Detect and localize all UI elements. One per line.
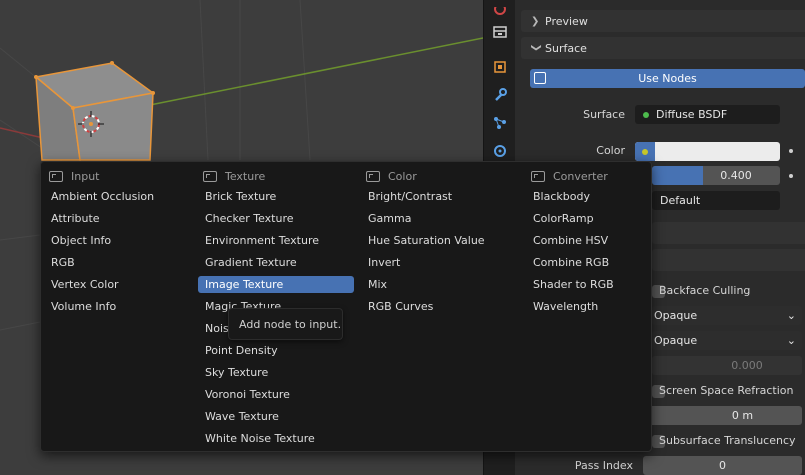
particles-tab[interactable]	[488, 111, 512, 135]
preview-panel-header[interactable]: ❯ Preview	[521, 10, 805, 32]
color-row-label: Color	[596, 144, 625, 157]
pass-index-label: Pass Index	[574, 459, 633, 472]
pass-index-field[interactable]: 0	[643, 456, 802, 475]
object-tab[interactable]	[488, 55, 512, 79]
modifier-tab[interactable]	[488, 83, 512, 107]
chevron-down-icon: ⌄	[786, 334, 796, 347]
menu-item[interactable]: Ambient Occlusion	[44, 188, 200, 205]
node-icon	[534, 72, 546, 84]
menu-item[interactable]: Bright/Contrast	[361, 188, 517, 205]
menu-item[interactable]: Gradient Texture	[198, 254, 354, 271]
menu-item[interactable]: Environment Texture	[198, 232, 354, 249]
menu-submenu-icon	[366, 170, 380, 182]
menu-item[interactable]: Volume Info	[44, 298, 200, 315]
menu-item[interactable]: Blackbody	[526, 188, 682, 205]
menu-item[interactable]: Vertex Color	[44, 276, 200, 293]
output-tab[interactable]	[488, 20, 512, 44]
shader-socket-icon	[643, 111, 649, 118]
menu-item-active[interactable]: Image Texture	[198, 276, 354, 293]
menu-column-header-color: Color	[366, 166, 417, 186]
menu-item[interactable]: Attribute	[44, 210, 200, 227]
color-socket-icon	[642, 148, 648, 155]
keyframe-dot-icon[interactable]	[789, 149, 793, 153]
surface-row-label: Surface	[583, 108, 625, 121]
menu-item[interactable]: Mix	[361, 276, 517, 293]
menu-item[interactable]: Sky Texture	[198, 364, 354, 381]
clip-threshold-field: 0.000	[652, 356, 802, 375]
chevron-down-icon: ❯	[530, 43, 542, 52]
subsurface-translucency-label: Subsurface Translucency	[659, 434, 796, 447]
menu-item[interactable]: Brick Texture	[198, 188, 354, 205]
use-nodes-button[interactable]: Use Nodes	[530, 69, 805, 88]
menu-item[interactable]: White Noise Texture	[198, 430, 354, 447]
tooltip: Add node to input.	[228, 308, 343, 340]
surface-label: Surface	[545, 41, 587, 55]
chevron-right-icon: ❯	[531, 15, 540, 27]
surface-panel-header[interactable]: ❯ Surface	[521, 37, 805, 59]
menu-column-header-texture: Texture	[203, 166, 265, 186]
menu-column-header-converter: Converter	[531, 166, 608, 186]
chevron-down-icon: ⌄	[786, 309, 796, 322]
menu-submenu-icon	[531, 170, 545, 182]
add-node-menu: Input Ambient Occlusion Attribute Object…	[40, 161, 652, 452]
printer-icon	[493, 25, 507, 39]
menu-item[interactable]: Wavelength	[526, 298, 682, 315]
refraction-depth-field[interactable]: 0 m	[643, 406, 802, 425]
menu-item[interactable]: ColorRamp	[526, 210, 682, 227]
roughness-slider-fill	[652, 166, 703, 185]
y-axis-line	[149, 37, 483, 106]
menu-item[interactable]: Invert	[361, 254, 517, 271]
physics-tab[interactable]	[488, 139, 512, 163]
menu-item[interactable]: Wave Texture	[198, 408, 354, 425]
wrench-icon	[493, 88, 507, 102]
physics-icon	[493, 144, 507, 158]
menu-item[interactable]: Object Info	[44, 232, 200, 249]
menu-item[interactable]: Hue Saturation Value	[361, 232, 517, 249]
menu-item[interactable]: RGB	[44, 254, 200, 271]
color-socket-button[interactable]	[635, 142, 655, 161]
roughness-slider[interactable]: 0.400	[652, 166, 780, 185]
preview-label: Preview	[545, 14, 588, 28]
menu-column-header-input: Input	[49, 166, 99, 186]
menu-item[interactable]: Point Density	[198, 342, 354, 359]
menu-item[interactable]: Shader to RGB	[526, 276, 682, 293]
object-icon	[493, 60, 507, 74]
color-swatch[interactable]	[635, 142, 780, 161]
menu-item[interactable]: Checker Texture	[198, 210, 354, 227]
cube-object	[34, 62, 155, 161]
menu-item[interactable]: Combine RGB	[526, 254, 682, 271]
menu-submenu-icon	[49, 170, 63, 182]
menu-item[interactable]: Gamma	[361, 210, 517, 227]
surface-shader-field[interactable]: Diffuse BSDF	[635, 105, 780, 124]
menu-submenu-icon	[203, 170, 217, 182]
shadow-mode-dropdown[interactable]: Opaque ⌄	[652, 331, 802, 350]
keyframe-dot-icon[interactable]	[789, 174, 793, 178]
particles-icon	[493, 116, 507, 130]
menu-item[interactable]: RGB Curves	[361, 298, 517, 315]
screen-space-refraction-label: Screen Space Refraction	[659, 384, 794, 397]
menu-item[interactable]: Combine HSV	[526, 232, 682, 249]
menu-item[interactable]: Voronoi Texture	[198, 386, 354, 403]
